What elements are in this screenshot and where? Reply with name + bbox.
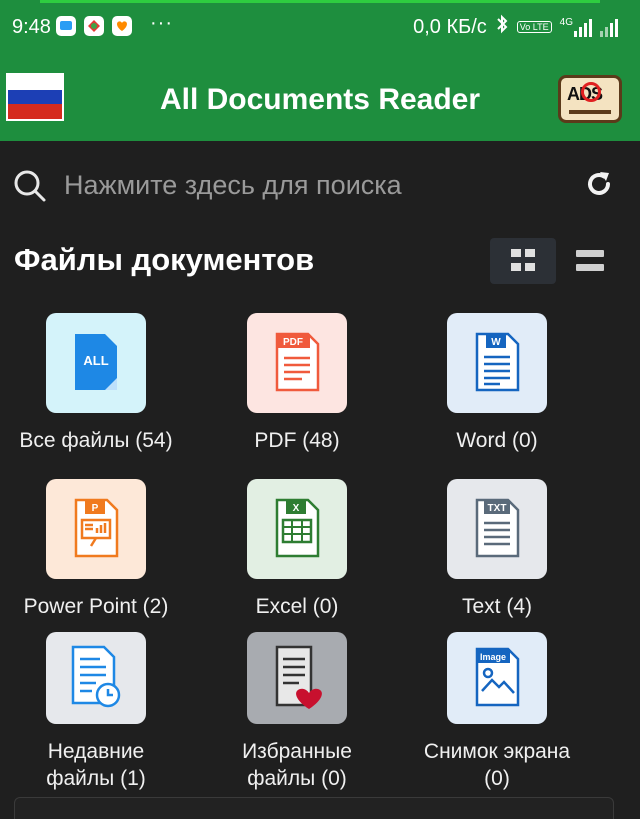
excel-icon: X [275,498,320,558]
volte-icon: Vo LTE [516,21,552,33]
search-icon[interactable] [12,168,48,209]
signal-strength-icon [574,17,592,37]
category-label: Excel (0) [255,595,339,618]
category-word[interactable]: W Word (0) [397,313,597,473]
no-ads-prohibition-icon [581,82,601,102]
app-store-notification-icon [84,16,104,36]
app-bar: All Documents Reader ADS [0,55,640,141]
status-bar: 9:48 ··· 0,0 КБ/с Vo LTE 4G [0,0,640,55]
excel-icon-box: X [247,479,347,579]
network-type: 4G [559,17,573,28]
search-input[interactable] [64,168,544,202]
grid-view-toggle[interactable] [490,238,556,284]
category-label: Word (0) [456,429,538,452]
excel-badge: X [293,503,300,514]
messenger-notification-icon [56,16,76,36]
category-favorite-files[interactable]: Избранные файлы (0) [197,632,397,792]
list-line [576,264,604,271]
notification-icons [56,16,132,36]
net-speed: 0,0 КБ/с [413,15,487,38]
status-right-area: 0,0 КБ/с Vo LTE 4G [413,14,618,40]
refresh-icon[interactable] [584,169,614,204]
status-progress-line [40,0,600,3]
category-excel[interactable]: X Excel (0) [197,479,397,639]
grid-cell [511,249,521,257]
category-label: Power Point (2) [23,595,169,618]
all-files-icon: ALL [75,334,117,390]
pdf-icon-box: PDF [247,313,347,413]
screenshot-icon: Image [475,647,520,707]
grid-cell [511,263,521,271]
remove-ads-button[interactable]: ADS [558,75,622,123]
health-notification-icon [112,16,132,36]
powerpoint-badge: P [92,503,99,514]
signal-strength-2-icon [600,17,618,37]
category-screenshot[interactable]: Image Снимок экрана (0) [397,632,597,792]
grid-cell [525,249,535,257]
category-label: Все файлы (54) [19,429,173,452]
bluetooth-icon [495,14,509,40]
word-icon-box: W [447,313,547,413]
pdf-icon: PDF [275,332,320,392]
powerpoint-icon-box: P [46,479,146,579]
category-label: PDF (48) [254,429,340,452]
search-bar [0,160,640,210]
recent-files-icon-box [46,632,146,724]
list-line [576,250,604,257]
all-files-icon-box: ALL [46,313,146,413]
category-label: Text (4) [461,595,532,618]
text-icon: TXT [475,498,520,558]
all-files-badge: ALL [83,353,108,368]
section-title: Файлы документов [14,242,315,277]
category-text[interactable]: TXT Text (4) [397,479,597,639]
category-all-files[interactable]: ALL Все файлы (54) [0,313,196,473]
category-recent-files[interactable]: Недавние файлы (1) [0,632,196,792]
category-label: Недавние файлы (1) [46,740,146,790]
pdf-badge: PDF [283,337,303,348]
app-title: All Documents Reader [159,83,481,116]
favorite-files-icon [275,645,322,709]
favorite-files-icon-box [247,632,347,724]
status-time: 9:48 [12,16,51,38]
powerpoint-icon: P [74,498,119,558]
text-icon-box: TXT [447,479,547,579]
word-badge: W [491,337,501,348]
list-view-toggle[interactable] [570,238,610,284]
category-label: Избранные файлы (0) [242,740,352,790]
category-pdf[interactable]: PDF PDF (48) [197,313,397,473]
text-badge: TXT [488,503,507,514]
word-icon: W [475,332,520,392]
no-ads-stand [569,110,611,114]
bottom-card-partial [14,797,614,819]
category-label: Снимок экрана (0) [423,740,571,790]
category-powerpoint[interactable]: P Power Point (2) [0,479,196,639]
grid-cell [525,263,535,271]
screenshot-icon-box: Image [447,632,547,724]
recent-files-icon [71,645,121,708]
screenshot-badge: Image [480,652,506,662]
more-notifications-indicator: ··· [150,12,173,34]
